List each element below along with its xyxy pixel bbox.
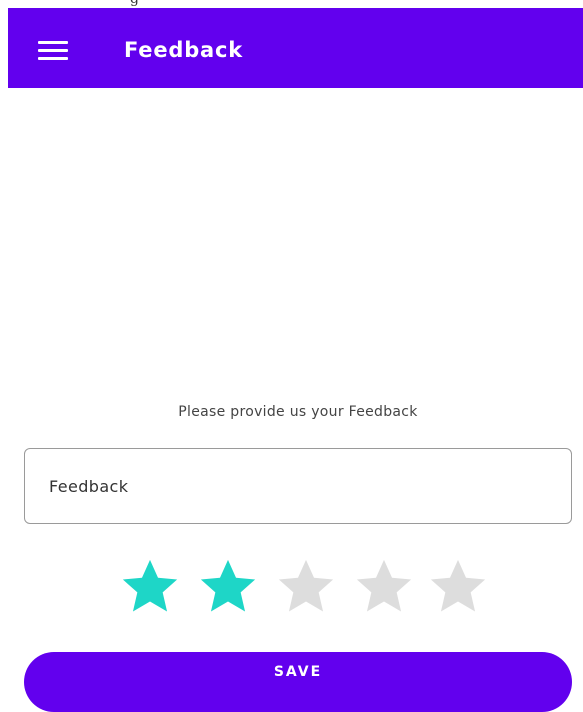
feedback-input[interactable]	[24, 448, 572, 524]
star-icon-2[interactable]	[196, 556, 260, 618]
page-title: Feedback	[124, 38, 244, 62]
star-rating[interactable]	[118, 556, 490, 620]
save-button[interactable]: SAVE	[24, 652, 572, 712]
top-cropped-strip: g	[0, 0, 583, 8]
feedback-prompt: Please provide us your Feedback	[178, 404, 418, 420]
star-icon-5[interactable]	[426, 556, 490, 618]
hamburger-menu-icon[interactable]	[38, 41, 68, 61]
cropped-text: g	[130, 0, 139, 7]
star-icon-1[interactable]	[118, 556, 182, 618]
app-bar: Feedback	[8, 8, 583, 88]
star-icon-3[interactable]	[274, 556, 338, 618]
star-icon-4[interactable]	[352, 556, 416, 618]
